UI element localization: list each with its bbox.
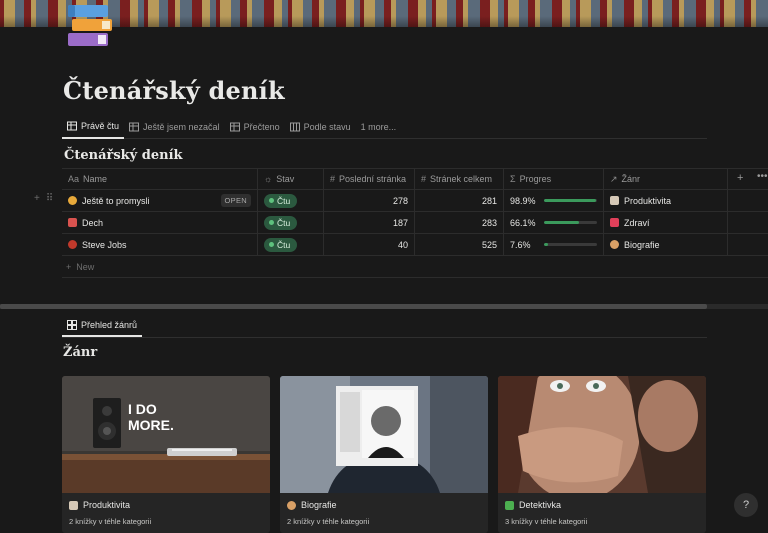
tab-more[interactable]: 1 more...: [356, 116, 402, 139]
table-header: Aa Name ☼ Stav # Poslední stránka # Stránek …: [62, 168, 768, 190]
heart-icon: [610, 218, 619, 227]
gallery-icon: [67, 320, 77, 330]
posledni-stranka-cell[interactable]: 187: [324, 211, 415, 234]
column-header-posledni-stranka[interactable]: # Poslední stránka: [324, 168, 415, 190]
column-header-progres[interactable]: Σ Progres: [504, 168, 604, 190]
thinking-face-icon: [68, 196, 77, 205]
status-badge[interactable]: Čtu: [264, 237, 298, 252]
card-title: Biografie: [287, 500, 337, 510]
progress-cell[interactable]: 66.1%: [504, 211, 604, 234]
new-row-button[interactable]: + New: [62, 256, 768, 278]
posledni-stranka-cell[interactable]: 40: [324, 233, 415, 256]
person-icon: [610, 240, 619, 249]
tab-label: 1 more...: [360, 122, 397, 132]
card-image-text: MORE.: [128, 417, 174, 433]
status-badge[interactable]: Čtu: [264, 215, 298, 230]
database-view-tabs: Právě čtu Ještě jsem nezačal Přečteno Po…: [62, 116, 707, 139]
table-icon: [229, 122, 240, 132]
column-header-stranek-celkem[interactable]: # Stránek celkem: [415, 168, 504, 190]
zanr-cell[interactable]: Zdraví: [604, 211, 728, 234]
apple-icon: [68, 240, 77, 249]
row-name-cell[interactable]: Steve Jobs: [62, 233, 258, 256]
page-title[interactable]: Čtenářský deník: [63, 76, 285, 105]
number-property-icon: #: [421, 174, 427, 184]
status-badge[interactable]: Čtu: [264, 193, 298, 208]
reading-table: Aa Name ☼ Stav # Poslední stránka # Stránek …: [62, 168, 768, 278]
tab-label: Ještě jsem nezačal: [143, 122, 220, 132]
status-property-icon: ☼: [264, 174, 273, 184]
gallery-card-biografie[interactable]: Biografie 2 knížky v téhle kategorii: [280, 376, 488, 533]
card-cover-image: I DO MORE.: [62, 376, 270, 493]
tab-label: Právě čtu: [81, 121, 120, 131]
posledni-stranka-cell[interactable]: 278: [324, 189, 415, 212]
tab-jeste-jsem-nezacal[interactable]: Ještě jsem nezačal: [124, 116, 225, 139]
card-title: Detektivka: [505, 500, 561, 510]
pistol-icon: [505, 500, 514, 510]
tab-prehled-zanru[interactable]: Přehled žánrů: [62, 315, 143, 337]
table-icon: [129, 122, 140, 132]
text-property-icon: Aa: [68, 174, 80, 184]
add-row-icon[interactable]: +: [34, 193, 40, 204]
gallery-title[interactable]: Žánr: [63, 345, 97, 360]
gallery-card-detektivka[interactable]: Detektivka 3 knížky v téhle kategorii: [498, 376, 706, 533]
chart-increasing-icon: [69, 500, 78, 510]
formula-property-icon: Σ: [510, 174, 516, 184]
open-button[interactable]: OPEN: [220, 194, 251, 207]
tab-podle-stavu[interactable]: Podle stavu: [285, 116, 356, 139]
card-image-text: I DO: [128, 401, 157, 417]
table-row[interactable]: Dech Čtu 187 283 66.1% Zdraví: [62, 211, 768, 234]
card-count: 3 knížky v téhle kategorii: [505, 517, 588, 526]
progress-bar: [544, 199, 597, 202]
card-count: 2 knížky v téhle kategorii: [287, 517, 370, 526]
row-tools: + ⠿: [34, 193, 53, 204]
gallery-view-tabs: Přehled žánrů: [62, 315, 707, 338]
progress-bar: [544, 221, 597, 224]
column-header-zanr[interactable]: ↗ Žánr: [604, 168, 728, 190]
stranek-celkem-cell[interactable]: 281: [415, 189, 504, 212]
page-cover-image[interactable]: [0, 0, 768, 27]
board-icon: [289, 122, 300, 132]
progress-cell[interactable]: 98.9%: [504, 189, 604, 212]
progress-cell[interactable]: 7.6%: [504, 233, 604, 256]
table-row[interactable]: Ještě to promysli OPEN Čtu 278 281 98.9%…: [62, 189, 768, 212]
stranek-celkem-cell[interactable]: 283: [415, 211, 504, 234]
drag-handle-icon[interactable]: ⠿: [46, 193, 53, 204]
chart-increasing-icon: [610, 196, 619, 205]
relation-property-icon: ↗: [610, 173, 618, 184]
stranek-celkem-cell[interactable]: 525: [415, 233, 504, 256]
database-title[interactable]: Čtenářský deník: [64, 148, 183, 163]
table-icon: [67, 121, 77, 131]
horizontal-scrollbar[interactable]: [0, 304, 707, 309]
column-header-stav[interactable]: ☼ Stav: [258, 168, 324, 190]
zanr-cell[interactable]: Biografie: [604, 233, 728, 256]
card-title: Produktivita: [69, 500, 130, 510]
tab-label: Podle stavu: [303, 122, 351, 132]
row-name-cell[interactable]: Ještě to promysli OPEN: [62, 189, 258, 212]
gallery-card-produktivita[interactable]: I DO MORE. Produktivita 2 knížky v téhle…: [62, 376, 270, 533]
tab-label: Přečteno: [243, 122, 280, 132]
lungs-icon: [68, 218, 77, 227]
number-property-icon: #: [330, 174, 336, 184]
card-cover-image: [498, 376, 706, 493]
zanr-cell[interactable]: Produktivita: [604, 189, 728, 212]
table-row[interactable]: Steve Jobs Čtu 40 525 7.6% Biografie: [62, 233, 768, 256]
column-header-name[interactable]: Aa Name: [62, 168, 258, 190]
help-button[interactable]: ?: [734, 493, 758, 517]
progress-bar: [544, 243, 597, 246]
card-cover-image: [280, 376, 488, 493]
row-name-cell[interactable]: Dech: [62, 211, 258, 234]
gallery-cards: I DO MORE. Produktivita 2 knížky v téhle…: [62, 376, 706, 533]
tab-prave-ctu[interactable]: Právě čtu: [62, 116, 125, 139]
tab-precteno[interactable]: Přečteno: [225, 116, 285, 139]
card-count: 2 knížky v téhle kategorii: [69, 517, 152, 526]
person-icon: [287, 500, 296, 510]
books-stack-icon[interactable]: [66, 3, 114, 49]
